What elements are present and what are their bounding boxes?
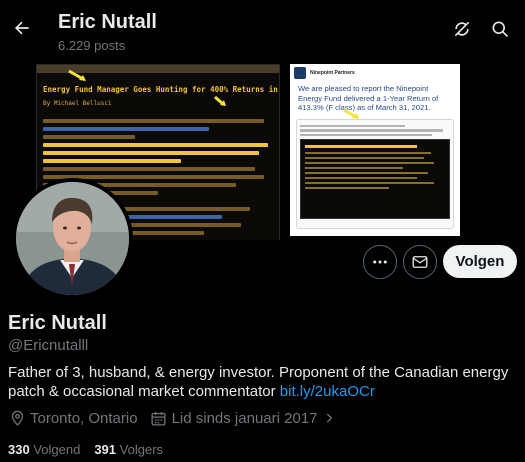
profile-bio: Father of 3, husband, & energy investor.… xyxy=(8,363,518,401)
article-byline: By Michael Bellusci xyxy=(43,100,112,107)
following-label: Volgend xyxy=(33,442,81,457)
search-button[interactable] xyxy=(488,17,512,41)
quoted-tweet xyxy=(296,118,454,229)
banner-tweet-screenshot: Ninepoint Partners We are pleased to rep… xyxy=(290,64,460,236)
joined-item[interactable]: Lid sinds januari 2017 xyxy=(150,409,342,427)
refresh-button[interactable] xyxy=(450,17,474,41)
post-count: 6.229 posts xyxy=(58,38,126,53)
back-button[interactable] xyxy=(8,14,36,42)
highlight-arrow-icon xyxy=(343,108,359,119)
profile-meta: Toronto, Ontario Lid sinds januari 2017 xyxy=(8,409,354,427)
tweet-header: Ninepoint Partners xyxy=(290,64,460,79)
search-icon xyxy=(492,21,509,38)
follow-button[interactable]: Volgen xyxy=(443,245,517,278)
followers-stat[interactable]: 391 Volgers xyxy=(94,442,163,457)
highlight-arrow-icon xyxy=(214,95,226,106)
chevron-right-icon xyxy=(320,409,338,427)
refresh-off-icon xyxy=(454,21,470,37)
back-arrow-icon xyxy=(15,21,29,35)
quoted-article-image xyxy=(300,139,450,219)
location-icon xyxy=(8,409,26,427)
bio-text: Father of 3, husband, & energy investor.… xyxy=(8,364,509,400)
page-title: Eric Nutall xyxy=(58,11,157,33)
more-options-button[interactable] xyxy=(363,245,397,279)
profile-stats: 330 Volgend 391 Volgers xyxy=(8,442,177,457)
top-bar: Eric Nutall 6.229 posts xyxy=(0,0,525,56)
more-icon xyxy=(373,260,387,264)
profile-handle: @Ericnutalll xyxy=(8,337,89,354)
company-name: Ninepoint Partners xyxy=(310,70,355,76)
profile-photo xyxy=(16,182,129,295)
mail-icon xyxy=(412,256,428,268)
tweet-text: We are pleased to report the Ninepoint E… xyxy=(298,84,439,112)
profile-name: Eric Nutall xyxy=(8,312,107,334)
location-text: Toronto, Ontario xyxy=(30,409,138,427)
joined-text: Lid sinds januari 2017 xyxy=(171,409,318,427)
company-logo xyxy=(294,67,306,79)
followers-count: 391 xyxy=(94,442,117,457)
followers-label: Volgers xyxy=(119,442,164,457)
following-count: 330 xyxy=(8,442,30,457)
location-item: Toronto, Ontario xyxy=(8,409,138,427)
message-button[interactable] xyxy=(403,245,437,279)
calendar-icon xyxy=(150,409,168,427)
header-title-block: Eric Nutall 6.229 posts xyxy=(58,10,157,54)
following-stat[interactable]: 330 Volgend xyxy=(8,442,80,457)
avatar[interactable] xyxy=(12,178,133,299)
highlight-arrow-icon xyxy=(68,69,86,81)
bio-link[interactable]: bit.ly/2ukaOCr xyxy=(280,383,375,400)
